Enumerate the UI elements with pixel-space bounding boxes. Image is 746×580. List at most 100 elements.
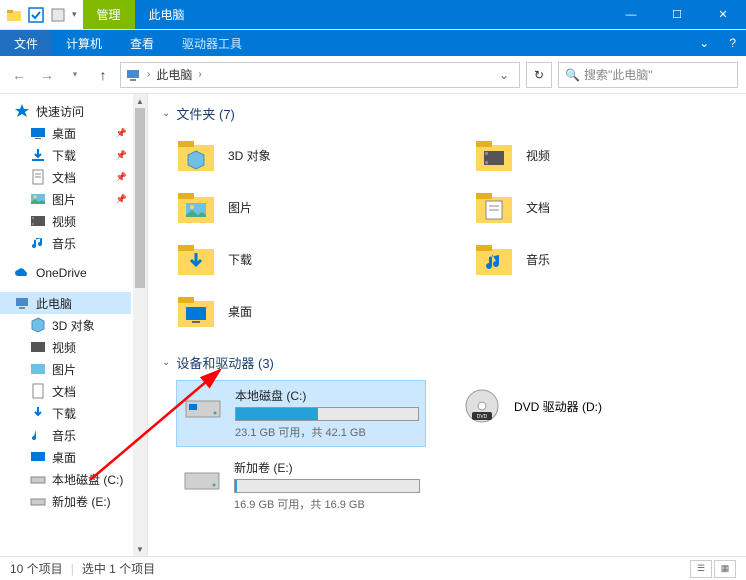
history-dropdown[interactable]: ▾ (64, 64, 86, 86)
pc-icon (14, 295, 30, 311)
pin-icon: 📌 (116, 194, 127, 205)
document-icon (30, 383, 46, 399)
breadcrumb-thispc[interactable]: 此电脑 (156, 66, 192, 83)
refresh-button[interactable]: ↻ (526, 62, 552, 88)
dvd-icon: DVD (462, 386, 502, 426)
drive-icon (30, 471, 46, 487)
folder-video-icon (474, 135, 514, 175)
download-icon (30, 147, 46, 163)
tree-videos-2[interactable]: 视频 (0, 336, 131, 358)
tree-desktop-2[interactable]: 桌面 (0, 446, 131, 468)
computer-tab[interactable]: 计算机 (52, 30, 116, 56)
view-tab[interactable]: 查看 (116, 30, 168, 56)
folder-icon (6, 7, 22, 23)
details-view-button[interactable]: ☰ (690, 560, 712, 578)
forward-button[interactable]: → (36, 64, 58, 86)
close-button[interactable]: ✕ (700, 0, 746, 29)
folder-3dobjects[interactable]: 3D 对象 (176, 131, 434, 179)
minimize-button[interactable]: — (608, 0, 654, 29)
drive-e-stat: 16.9 GB 可用，共 16.9 GB (234, 496, 420, 512)
tree-thispc[interactable]: 此电脑 (0, 292, 131, 314)
folder-download-icon (176, 239, 216, 279)
picture-icon (30, 191, 46, 207)
cube-icon (30, 317, 46, 333)
tree-videos[interactable]: 视频 (0, 210, 131, 232)
pin-icon: 📌 (116, 172, 127, 183)
tree-downloads[interactable]: 下载📌 (0, 144, 131, 166)
content-pane: ⌄ 文件夹 (7) 3D 对象 视频 图片 文档 下载 (148, 94, 746, 556)
maximize-button[interactable]: ☐ (654, 0, 700, 29)
folder-desktop[interactable]: 桌面 (176, 287, 434, 335)
folder-downloads[interactable]: 下载 (176, 235, 434, 283)
folder-videos[interactable]: 视频 (474, 131, 732, 179)
folder-picture-icon (176, 187, 216, 227)
tree-documents[interactable]: 文档📌 (0, 166, 131, 188)
video-icon (30, 339, 46, 355)
drive-e-usage-bar (234, 479, 420, 493)
back-button[interactable]: ← (8, 64, 30, 86)
sidebar-scrollbar[interactable]: ▲ ▼ (133, 94, 147, 556)
chevron-down-icon: ⌄ (162, 108, 170, 119)
checkbox-icon (28, 7, 44, 23)
desktop-icon (30, 125, 46, 141)
folder-music-icon (474, 239, 514, 279)
tree-pictures[interactable]: 图片📌 (0, 188, 131, 210)
window-title: 此电脑 (135, 0, 215, 29)
quick-access-toolbar: ▾ (0, 0, 83, 29)
drive-dvd-name: DVD 驱动器 (D:) (514, 398, 602, 415)
folders-section-header[interactable]: ⌄ 文件夹 (7) (162, 104, 732, 123)
drive-tools-tab[interactable]: 驱动器工具 (168, 30, 256, 56)
drive-icon (183, 387, 223, 427)
folder-3d-icon (176, 135, 216, 175)
tree-pictures-2[interactable]: 图片 (0, 358, 131, 380)
tree-downloads-2[interactable]: 下载 (0, 402, 131, 424)
address-bar[interactable]: › 此电脑 › ⌄ (120, 62, 520, 88)
drive-e-name: 新加卷 (E:) (234, 459, 420, 476)
tree-vol-e[interactable]: 新加卷 (E:) (0, 490, 131, 512)
drive-icon (182, 459, 222, 499)
video-icon (30, 213, 46, 229)
pin-icon: 📌 (116, 128, 127, 139)
tree-local-c[interactable]: 本地磁盘 (C:) (0, 468, 131, 490)
folder-desktop-icon (176, 291, 216, 331)
folder-documents[interactable]: 文档 (474, 183, 732, 231)
ribbon-tabs: 文件 计算机 查看 驱动器工具 ⌄ ? (0, 30, 746, 56)
scroll-down[interactable]: ▼ (133, 542, 147, 556)
manage-context-tab[interactable]: 管理 (83, 0, 135, 29)
search-input[interactable]: 🔍 搜索"此电脑" (558, 62, 738, 88)
ribbon-collapse[interactable]: ⌄ (689, 30, 719, 56)
drive-c-usage-bar (235, 407, 419, 421)
tiles-view-button[interactable]: ▦ (714, 560, 736, 578)
properties-icon (50, 7, 66, 23)
drive-e[interactable]: 新加卷 (E:) 16.9 GB 可用，共 16.9 GB (176, 453, 426, 518)
drives-section-header[interactable]: ⌄ 设备和驱动器 (3) (162, 353, 732, 372)
navigation-pane: 快速访问 桌面📌 下载📌 文档📌 图片📌 视频 (0, 94, 148, 556)
drive-dvd[interactable]: DVD DVD 驱动器 (D:) (456, 380, 608, 432)
download-icon (30, 405, 46, 421)
file-tab[interactable]: 文件 (0, 30, 52, 56)
tree-music-2[interactable]: 音乐 (0, 424, 131, 446)
address-dropdown[interactable]: ⌄ (493, 68, 515, 82)
drive-e-fill (235, 480, 237, 492)
drive-c[interactable]: 本地磁盘 (C:) 23.1 GB 可用，共 42.1 GB (176, 380, 426, 447)
title-bar: ▾ 管理 此电脑 — ☐ ✕ (0, 0, 746, 30)
scroll-thumb[interactable] (135, 108, 145, 288)
tree-3dobjects[interactable]: 3D 对象 (0, 314, 131, 336)
up-button[interactable]: ↑ (92, 64, 114, 86)
tree-music[interactable]: 音乐 (0, 232, 131, 254)
folder-pictures[interactable]: 图片 (176, 183, 434, 231)
chevron-down-icon: ⌄ (162, 357, 170, 368)
folder-music[interactable]: 音乐 (474, 235, 732, 283)
tree-documents-2[interactable]: 文档 (0, 380, 131, 402)
tree-onedrive[interactable]: OneDrive (0, 262, 131, 284)
picture-icon (30, 361, 46, 377)
search-placeholder: 搜索"此电脑" (584, 66, 653, 83)
scroll-up[interactable]: ▲ (133, 94, 147, 108)
tree-desktop[interactable]: 桌面📌 (0, 122, 131, 144)
breadcrumb-sep[interactable]: › (198, 69, 201, 80)
music-icon (30, 235, 46, 251)
help-button[interactable]: ? (719, 30, 746, 56)
qat-dropdown[interactable]: ▾ (72, 9, 77, 20)
tree-quick-access[interactable]: 快速访问 (0, 100, 131, 122)
svg-text:DVD: DVD (477, 414, 488, 420)
